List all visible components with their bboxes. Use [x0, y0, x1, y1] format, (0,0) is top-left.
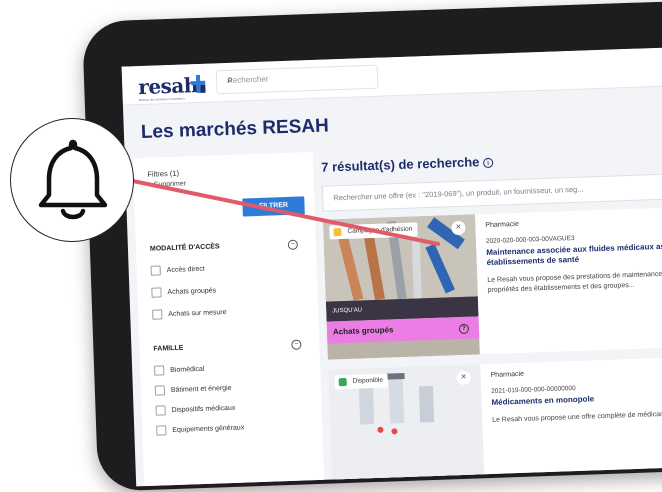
bell-icon [38, 139, 108, 220]
callout-line [126, 178, 440, 246]
notification-callout [10, 118, 134, 242]
